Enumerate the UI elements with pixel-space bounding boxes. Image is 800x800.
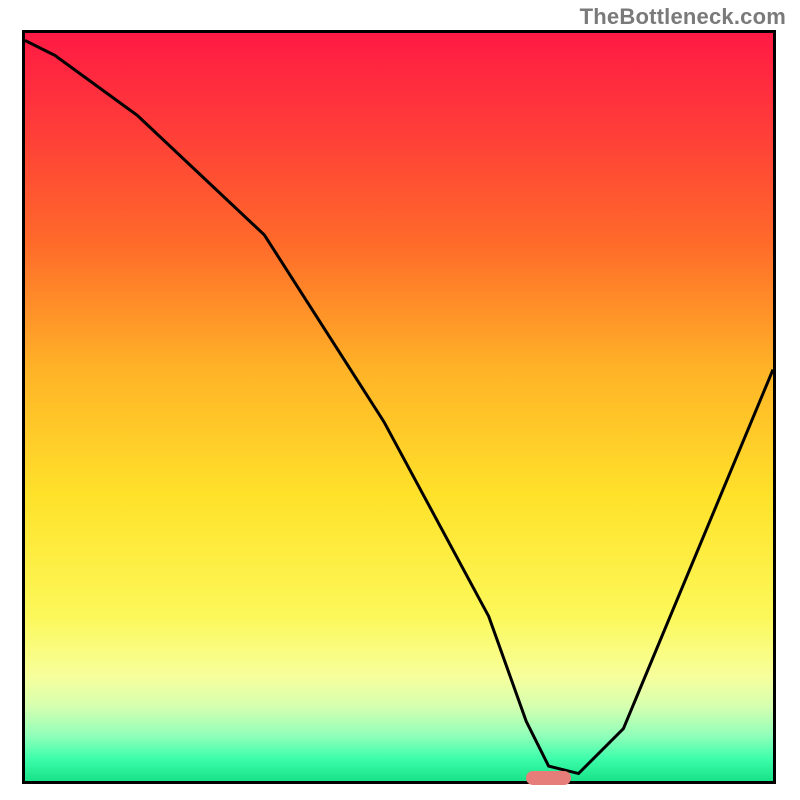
gradient-background: [25, 33, 773, 781]
watermark-text: TheBottleneck.com: [580, 4, 786, 30]
optimal-marker: [526, 771, 571, 785]
bottleneck-chart: [25, 33, 773, 781]
